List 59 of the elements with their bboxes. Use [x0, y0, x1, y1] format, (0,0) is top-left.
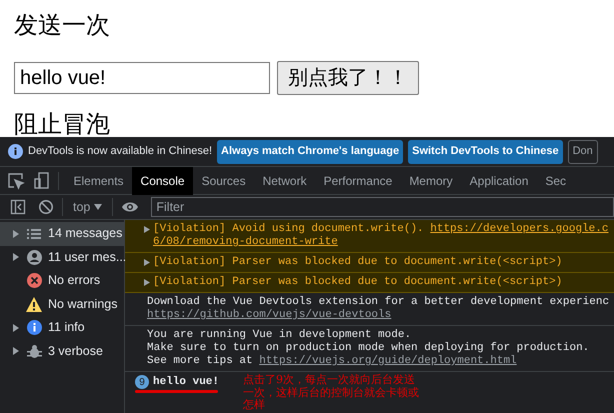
console-message: [Violation] Avoid using document.write().: [153, 223, 425, 235]
list-icon: [26, 226, 42, 242]
devtools-tab[interactable]: Console: [132, 166, 194, 194]
expand-arrow-icon[interactable]: [144, 279, 150, 286]
infobar-message: DevTools is now available in Chinese!: [28, 144, 212, 160]
info-icon: [26, 320, 42, 336]
submit-button[interactable]: 别点我了！！: [277, 61, 419, 95]
caret-icon: [94, 204, 102, 210]
context-dropdown[interactable]: top: [71, 198, 104, 216]
page-heading: 阻止冒泡: [14, 110, 111, 137]
devtools-tab[interactable]: Elements: [65, 166, 132, 194]
console-message: Make sure to turn on production mode when deploying for production.: [147, 342, 590, 355]
expand-arrow-icon: [12, 253, 20, 262]
sidebar-item[interactable]: 11 info: [0, 316, 124, 340]
handwritten-note: 一次，这样后台的控制台就会卡顿或: [243, 386, 419, 399]
error-icon: [26, 273, 42, 288]
inspect-icon[interactable]: [6, 170, 26, 190]
devtools-tab[interactable]: Memory: [400, 166, 462, 194]
expand-arrow-icon[interactable]: [144, 259, 150, 266]
infobar-button[interactable]: Always match Chrome's language: [217, 140, 404, 164]
devtools-tab[interactable]: Sources: [193, 166, 254, 194]
sidebar-item[interactable]: No warnings: [0, 292, 124, 316]
infobar-button[interactable]: Switch DevTools to Chinese: [408, 140, 563, 164]
console-message: [Violation] Parser was blocked due to document.write(<script>): [153, 256, 562, 268]
page-heading: 发送一次: [14, 11, 111, 41]
eye-icon[interactable]: [121, 201, 140, 213]
user-icon: [26, 250, 42, 265]
sidebar-toggle-icon[interactable]: [10, 199, 26, 215]
expand-arrow-icon: [12, 347, 20, 356]
handwritten-note: 怎样: [243, 399, 265, 412]
devtools-tab[interactable]: Application: [461, 166, 537, 194]
link[interactable]: https://vuejs.org/guide/deployment.html: [259, 355, 517, 367]
sidebar-item[interactable]: 3 verbose: [0, 340, 124, 363]
sidebar-item[interactable]: 11 user mes...: [0, 246, 124, 269]
info-icon: [8, 144, 23, 159]
console-message: [Violation] Parser was blocked due to document.write(<script>): [153, 276, 562, 288]
text-input[interactable]: hello vue!: [14, 62, 270, 94]
console-message: See more tips at: [147, 355, 254, 367]
devtools-tab[interactable]: Sec: [536, 166, 575, 194]
expand-arrow-icon: [12, 324, 20, 332]
sidebar-item[interactable]: 14 messages: [0, 222, 124, 246]
handwritten-note: 点击了9次，每点一次就向后台发送: [243, 374, 415, 386]
console-message: You are running Vue in development mode.: [147, 329, 412, 342]
repeat-count-badge: 9: [135, 375, 149, 389]
link[interactable]: https://developers.google.c: [430, 223, 608, 235]
expand-arrow-icon: [12, 230, 20, 238]
devtools-tab[interactable]: Performance: [315, 166, 401, 194]
link[interactable]: https://github.com/vuejs/vue-devtools: [147, 309, 392, 321]
expand-arrow-icon[interactable]: [144, 226, 150, 233]
devtools-tab[interactable]: Network: [254, 166, 316, 194]
bug-icon: [26, 344, 42, 359]
console-message: hello vue!: [153, 376, 220, 388]
clear-icon[interactable]: [38, 199, 54, 215]
warning-icon: [26, 296, 42, 312]
filter-field[interactable]: Filter: [151, 197, 614, 217]
sidebar-item[interactable]: No errors: [0, 269, 124, 292]
link[interactable]: 6/08/removing-document-write: [153, 236, 338, 248]
infobar-button[interactable]: Don: [568, 140, 598, 164]
console-message: Download the Vue Devtools extension for a better development experienc: [147, 296, 610, 308]
